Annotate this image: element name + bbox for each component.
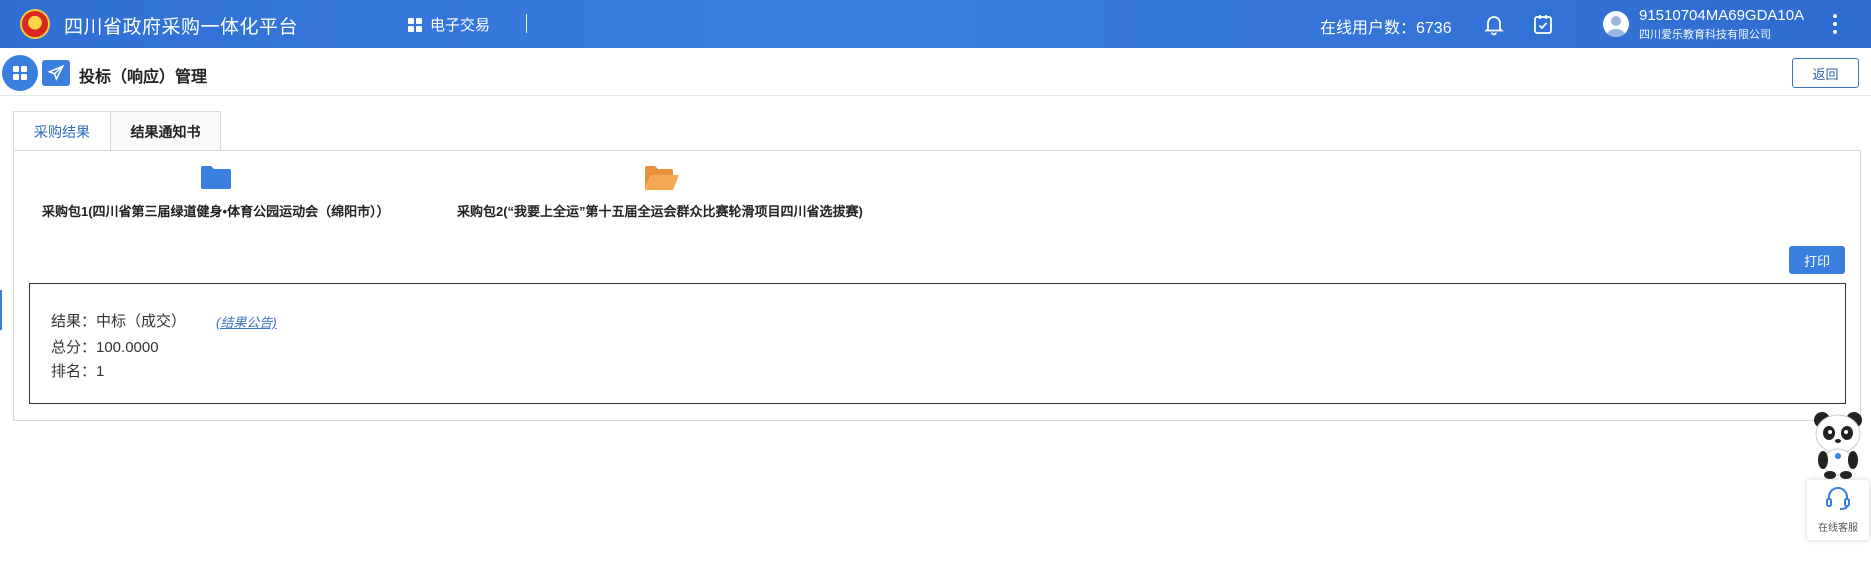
user-id[interactable]: 91510704MA69GDA10A <box>1639 7 1804 24</box>
apps-menu-button[interactable] <box>2 55 38 91</box>
page-title: 投标（响应）管理 <box>79 69 208 86</box>
user-company: 四川爱乐教育科技有限公司 <box>1639 29 1771 41</box>
result-panel: 采购包1(四川省第三届绿道健身•体育公园运动会（绵阳市）） 采购包2(“我要上全… <box>13 150 1861 421</box>
result-announcement-link[interactable]: (结果公告) <box>216 312 277 331</box>
page-header: 投标（响应）管理 返回 <box>0 48 1871 96</box>
send-icon[interactable] <box>42 60 70 86</box>
result-box: 结果：中标（成交） (结果公告) 总分：100.0000 排名：1 <box>29 283 1846 404</box>
nav-trade-label: 电子交易 <box>430 17 491 34</box>
result-rank: 排名：1 <box>51 363 105 380</box>
package-item-1[interactable]: 采购包1(四川省第三届绿道健身•体育公园运动会（绵阳市）） <box>42 165 390 220</box>
task-check-icon[interactable] <box>1531 12 1555 36</box>
more-vertical-icon[interactable] <box>1830 12 1840 36</box>
folder-open-icon <box>644 165 679 190</box>
back-button[interactable]: 返回 <box>1792 58 1859 88</box>
online-users-count: 在线用户数：6736 <box>1320 20 1452 37</box>
user-avatar-icon[interactable] <box>1603 11 1629 37</box>
folder-closed-icon <box>200 165 231 189</box>
package-item-2[interactable]: 采购包2(“我要上全运”第十五届全运会群众比赛轮滑项目四川省选拔赛) <box>457 165 863 220</box>
tab-bar: 采购结果 结果通知书 <box>13 111 221 151</box>
tab-result-notice[interactable]: 结果通知书 <box>110 111 221 151</box>
emblem-logo <box>20 9 50 39</box>
result-total-score: 总分：100.0000 <box>51 339 159 356</box>
online-service-button[interactable]: 在线客服 <box>1807 480 1869 540</box>
nav-electronic-trade[interactable]: 电子交易 <box>408 14 490 35</box>
online-service-label: 在线客服 <box>1818 523 1858 534</box>
print-button[interactable]: 打印 <box>1789 246 1845 274</box>
grid-icon <box>408 17 422 32</box>
nav-divider <box>526 14 527 33</box>
tab-procurement-result[interactable]: 采购结果 <box>13 111 110 151</box>
grid-icon <box>13 66 27 80</box>
left-edge-marker <box>0 290 2 330</box>
bell-icon[interactable] <box>1482 12 1506 36</box>
platform-title[interactable]: 四川省政府采购一体化平台 <box>64 12 298 39</box>
headset-icon <box>1825 486 1851 515</box>
top-header: 四川省政府采购一体化平台 电子交易 在线用户数：6736 91510704MA6… <box>0 0 1871 48</box>
package-label-2: 采购包2(“我要上全运”第十五届全运会群众比赛轮滑项目四川省选拔赛) <box>457 204 863 219</box>
package-label-1: 采购包1(四川省第三届绿道健身•体育公园运动会（绵阳市）） <box>42 204 390 219</box>
panda-mascot-icon[interactable] <box>1810 410 1866 480</box>
result-status: 结果：中标（成交） <box>51 313 187 330</box>
